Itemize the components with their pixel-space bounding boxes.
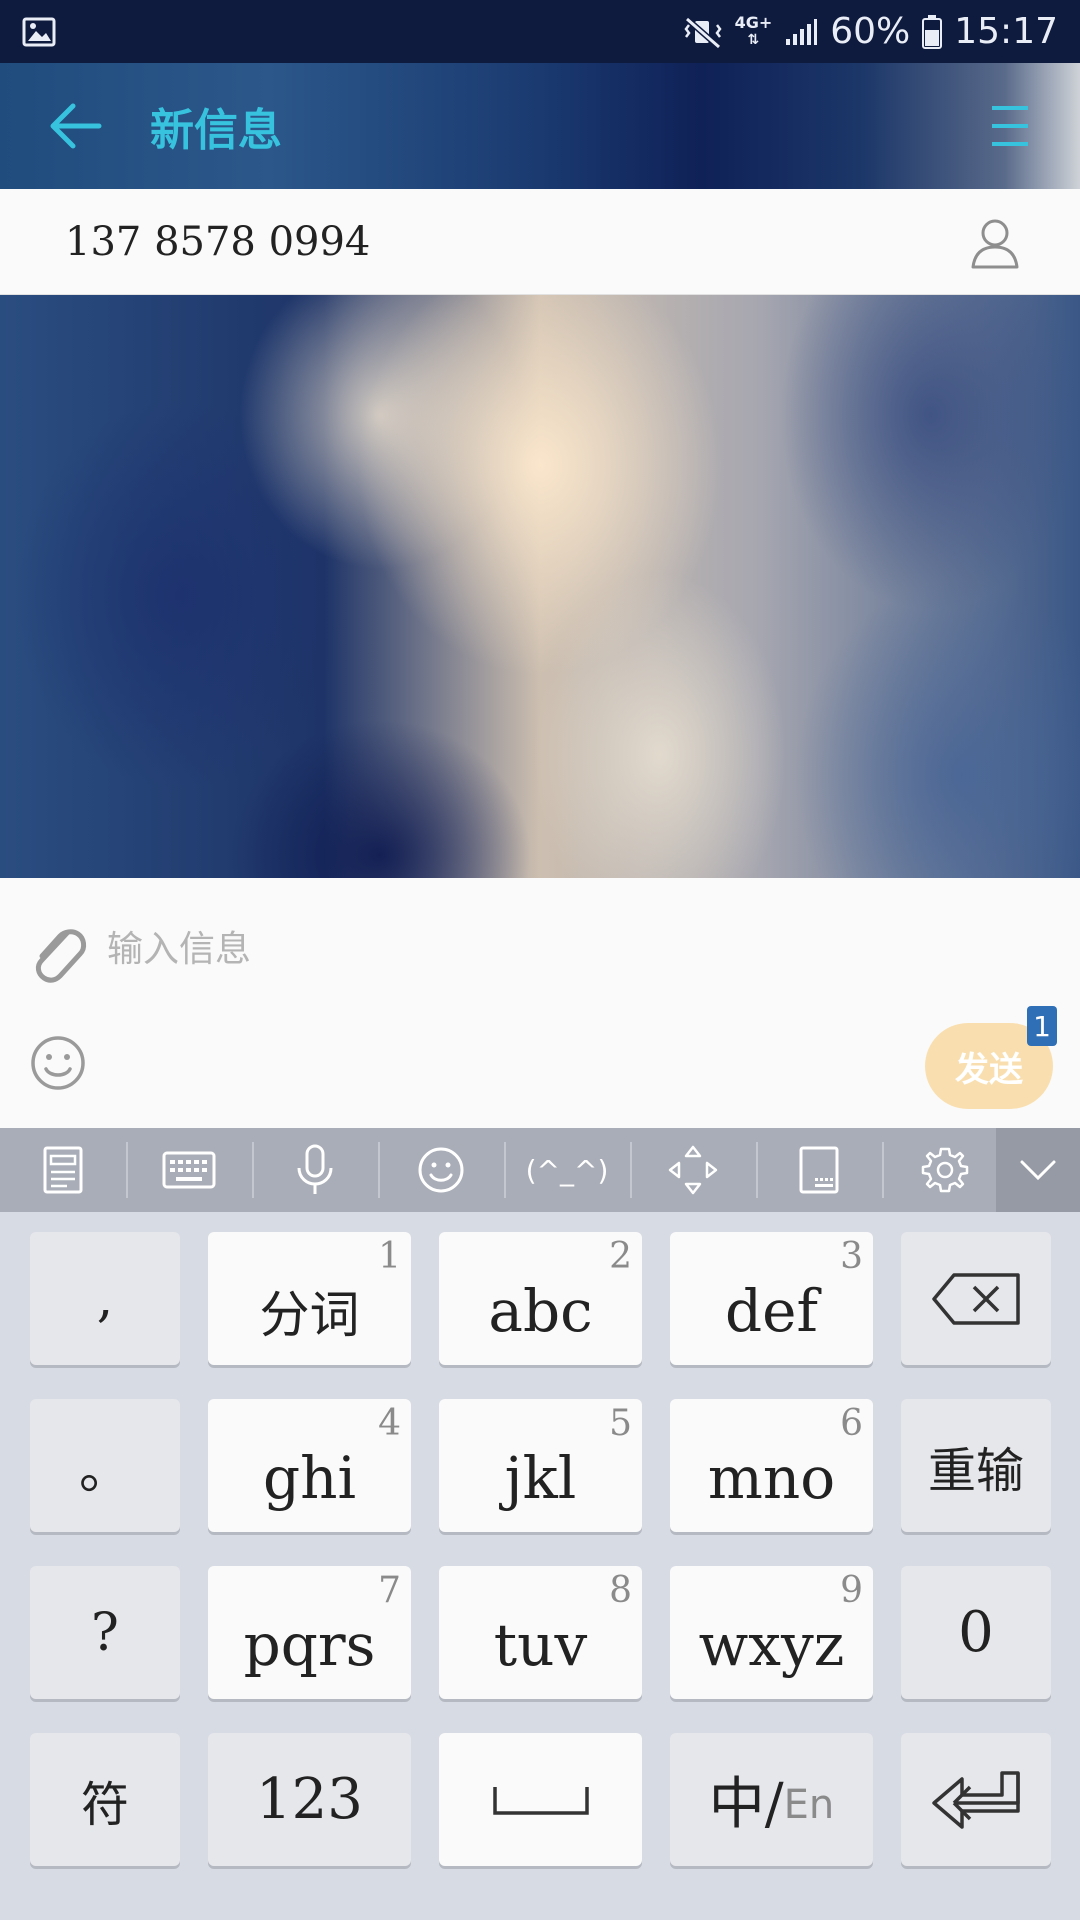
key-3[interactable]: 3 def xyxy=(670,1232,873,1365)
gear-icon xyxy=(921,1147,969,1193)
direction-pad-icon xyxy=(668,1145,718,1195)
status-bar: 4G+ ⇅ 60% 15:17 xyxy=(0,0,1080,63)
emoji-button[interactable] xyxy=(28,1033,88,1093)
back-arrow-icon xyxy=(50,103,102,149)
space-key[interactable] xyxy=(439,1733,642,1866)
enter-icon xyxy=(932,1770,1020,1829)
number-mode-key[interactable]: 123 xyxy=(208,1733,411,1866)
clock: 15:17 xyxy=(954,11,1058,52)
smiley-icon xyxy=(31,1036,85,1090)
recipient-number: 137 8578 0994 xyxy=(65,218,371,265)
clipboard-button[interactable] xyxy=(0,1128,126,1212)
keyboard-resize-button[interactable] xyxy=(756,1128,882,1212)
keyboard-resize-icon xyxy=(799,1146,839,1194)
key-5[interactable]: 5 jkl xyxy=(439,1399,642,1532)
emoji-keyboard-button[interactable] xyxy=(378,1128,504,1212)
key-0[interactable]: 0 xyxy=(901,1566,1051,1699)
contact-picker-button[interactable] xyxy=(965,213,1025,273)
key-4[interactable]: 4 ghi xyxy=(208,1399,411,1532)
emoticon-label: (^_^) xyxy=(525,1153,609,1187)
contact-icon xyxy=(971,219,1019,269)
key-9[interactable]: 9 wxyz xyxy=(670,1566,873,1699)
smiley-icon xyxy=(418,1147,464,1193)
back-button[interactable] xyxy=(40,91,110,161)
clipboard-icon xyxy=(43,1146,83,1194)
symbols-key[interactable]: 符 xyxy=(30,1733,180,1866)
recipient-field[interactable]: 137 8578 0994 xyxy=(0,189,1080,295)
key-question[interactable]: ? xyxy=(30,1566,180,1699)
menu-icon xyxy=(992,106,1028,146)
key-7[interactable]: 7 pqrs xyxy=(208,1566,411,1699)
emoticon-button[interactable]: (^_^) xyxy=(504,1128,630,1212)
network-type-label: 4G+ ⇅ xyxy=(734,13,773,49)
microphone-icon xyxy=(297,1144,333,1194)
keyboard-toolbar: (^_^) xyxy=(0,1128,1080,1212)
key-1[interactable]: 1 分词 xyxy=(208,1232,411,1365)
space-bar-icon xyxy=(492,1786,589,1815)
attach-button[interactable] xyxy=(28,918,88,988)
conversation-area xyxy=(0,295,1080,878)
backspace-icon xyxy=(932,1272,1020,1325)
reenter-key[interactable]: 重输 xyxy=(901,1399,1051,1532)
keyboard-icon xyxy=(162,1151,216,1189)
hide-keyboard-button[interactable] xyxy=(996,1128,1080,1212)
sim-badge: 1 xyxy=(1027,1006,1057,1046)
language-switch-key[interactable]: 中/En xyxy=(670,1733,873,1866)
chevron-down-icon xyxy=(1020,1160,1056,1181)
key-8[interactable]: 8 tuv xyxy=(439,1566,642,1699)
battery-percent: 60% xyxy=(830,11,911,52)
message-input[interactable] xyxy=(105,918,909,980)
paperclip-icon xyxy=(35,929,87,983)
keyboard: , 1 分词 2 abc 3 def 。 4 ghi 5 jkl 6 mno 重… xyxy=(0,1212,1080,1920)
key-comma[interactable]: , xyxy=(30,1232,180,1365)
key-6[interactable]: 6 mno xyxy=(670,1399,873,1532)
voice-input-button[interactable] xyxy=(252,1128,378,1212)
keyboard-settings-button[interactable] xyxy=(882,1128,1008,1212)
key-period[interactable]: 。 xyxy=(30,1399,180,1532)
app-header: 新信息 xyxy=(0,63,1080,189)
key-2[interactable]: 2 abc xyxy=(439,1232,642,1365)
keyboard-layout-button[interactable] xyxy=(126,1128,252,1212)
battery-icon xyxy=(922,14,943,49)
backspace-key[interactable] xyxy=(901,1232,1051,1365)
signal-icon xyxy=(784,17,818,47)
enter-key[interactable] xyxy=(901,1733,1051,1866)
menu-button[interactable] xyxy=(980,93,1040,159)
mute-vibrate-icon xyxy=(683,15,723,49)
cursor-move-button[interactable] xyxy=(630,1128,756,1212)
compose-bar: 发送 1 xyxy=(0,878,1080,1128)
gallery-notification-icon xyxy=(22,17,56,47)
page-title: 新信息 xyxy=(150,105,282,156)
